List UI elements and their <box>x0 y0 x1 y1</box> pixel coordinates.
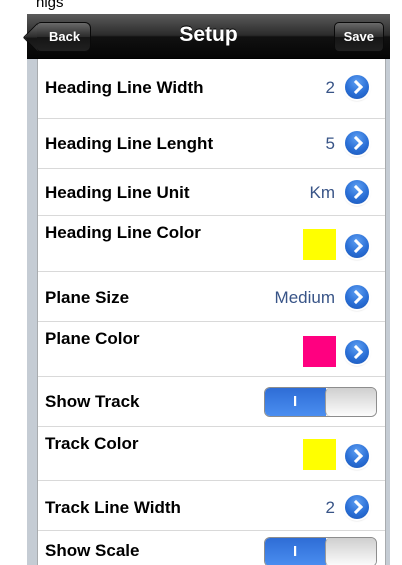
row-value: 2 <box>325 498 335 517</box>
row-label: Show Scale <box>45 541 140 560</box>
chevron-right-circle-icon[interactable] <box>345 180 369 204</box>
row-label: Track Color <box>45 434 139 453</box>
switch-on-track: I <box>265 388 326 416</box>
color-swatch <box>303 439 336 470</box>
row-label: Heading Line Lenght <box>45 134 214 153</box>
row-label: Heading Line Unit <box>45 183 190 202</box>
show-scale-switch[interactable]: I <box>264 537 377 565</box>
row-heading-line-width[interactable]: Heading Line Width 2 <box>38 59 385 119</box>
switch-knob <box>325 388 376 416</box>
row-value: Km <box>309 183 336 202</box>
row-value: Medium <box>274 288 335 307</box>
chevron-right-circle-icon[interactable] <box>345 131 369 155</box>
back-button[interactable]: Back <box>37 22 92 52</box>
row-label: Show Track <box>45 392 140 411</box>
status-bar: nigs <box>0 0 402 14</box>
show-track-switch[interactable]: I <box>264 387 377 417</box>
settings-list: Heading Line Width 2 Heading Line Lenght… <box>37 59 386 565</box>
back-button-label: Back <box>49 29 81 44</box>
row-label: Plane Color <box>45 329 140 348</box>
row-label: Track Line Width <box>45 498 181 517</box>
switch-knob <box>325 538 376 565</box>
row-plane-size[interactable]: Plane Size Medium <box>38 272 385 322</box>
row-show-scale: Show Scale I <box>38 531 385 565</box>
row-show-track: Show Track I <box>38 377 385 427</box>
navigation-bar: Setup Back Save <box>27 14 390 59</box>
row-plane-color[interactable]: Plane Color <box>38 322 385 377</box>
row-heading-line-color[interactable]: Heading Line Color <box>38 216 385 272</box>
chevron-right-circle-icon[interactable] <box>345 285 369 309</box>
row-track-color[interactable]: Track Color <box>38 427 385 481</box>
settings-table: Heading Line Width 2 Heading Line Lenght… <box>27 59 390 565</box>
chevron-right-circle-icon[interactable] <box>345 234 369 258</box>
switch-on-label: I <box>293 393 298 410</box>
chevron-right-circle-icon[interactable] <box>345 75 369 99</box>
color-swatch <box>303 229 336 260</box>
switch-on-track: I <box>265 538 326 565</box>
chevron-right-circle-icon[interactable] <box>345 444 369 468</box>
switch-on-label: I <box>293 543 298 560</box>
chevron-right-circle-icon[interactable] <box>345 340 369 364</box>
row-label: Heading Line Width <box>45 78 204 97</box>
row-value: 5 <box>325 134 335 153</box>
save-button[interactable]: Save <box>333 22 384 52</box>
row-label: Heading Line Color <box>45 223 201 242</box>
row-label: Plane Size <box>45 288 130 307</box>
status-bar-text: nigs <box>36 0 64 11</box>
row-heading-line-unit[interactable]: Heading Line Unit Km <box>38 169 385 216</box>
row-track-line-width[interactable]: Track Line Width 2 <box>38 481 385 531</box>
back-button-wrap: Back <box>31 14 111 58</box>
color-swatch <box>303 336 336 367</box>
row-value: 2 <box>325 78 335 97</box>
row-heading-line-lenght[interactable]: Heading Line Lenght 5 <box>38 119 385 169</box>
chevron-right-circle-icon[interactable] <box>345 495 369 519</box>
